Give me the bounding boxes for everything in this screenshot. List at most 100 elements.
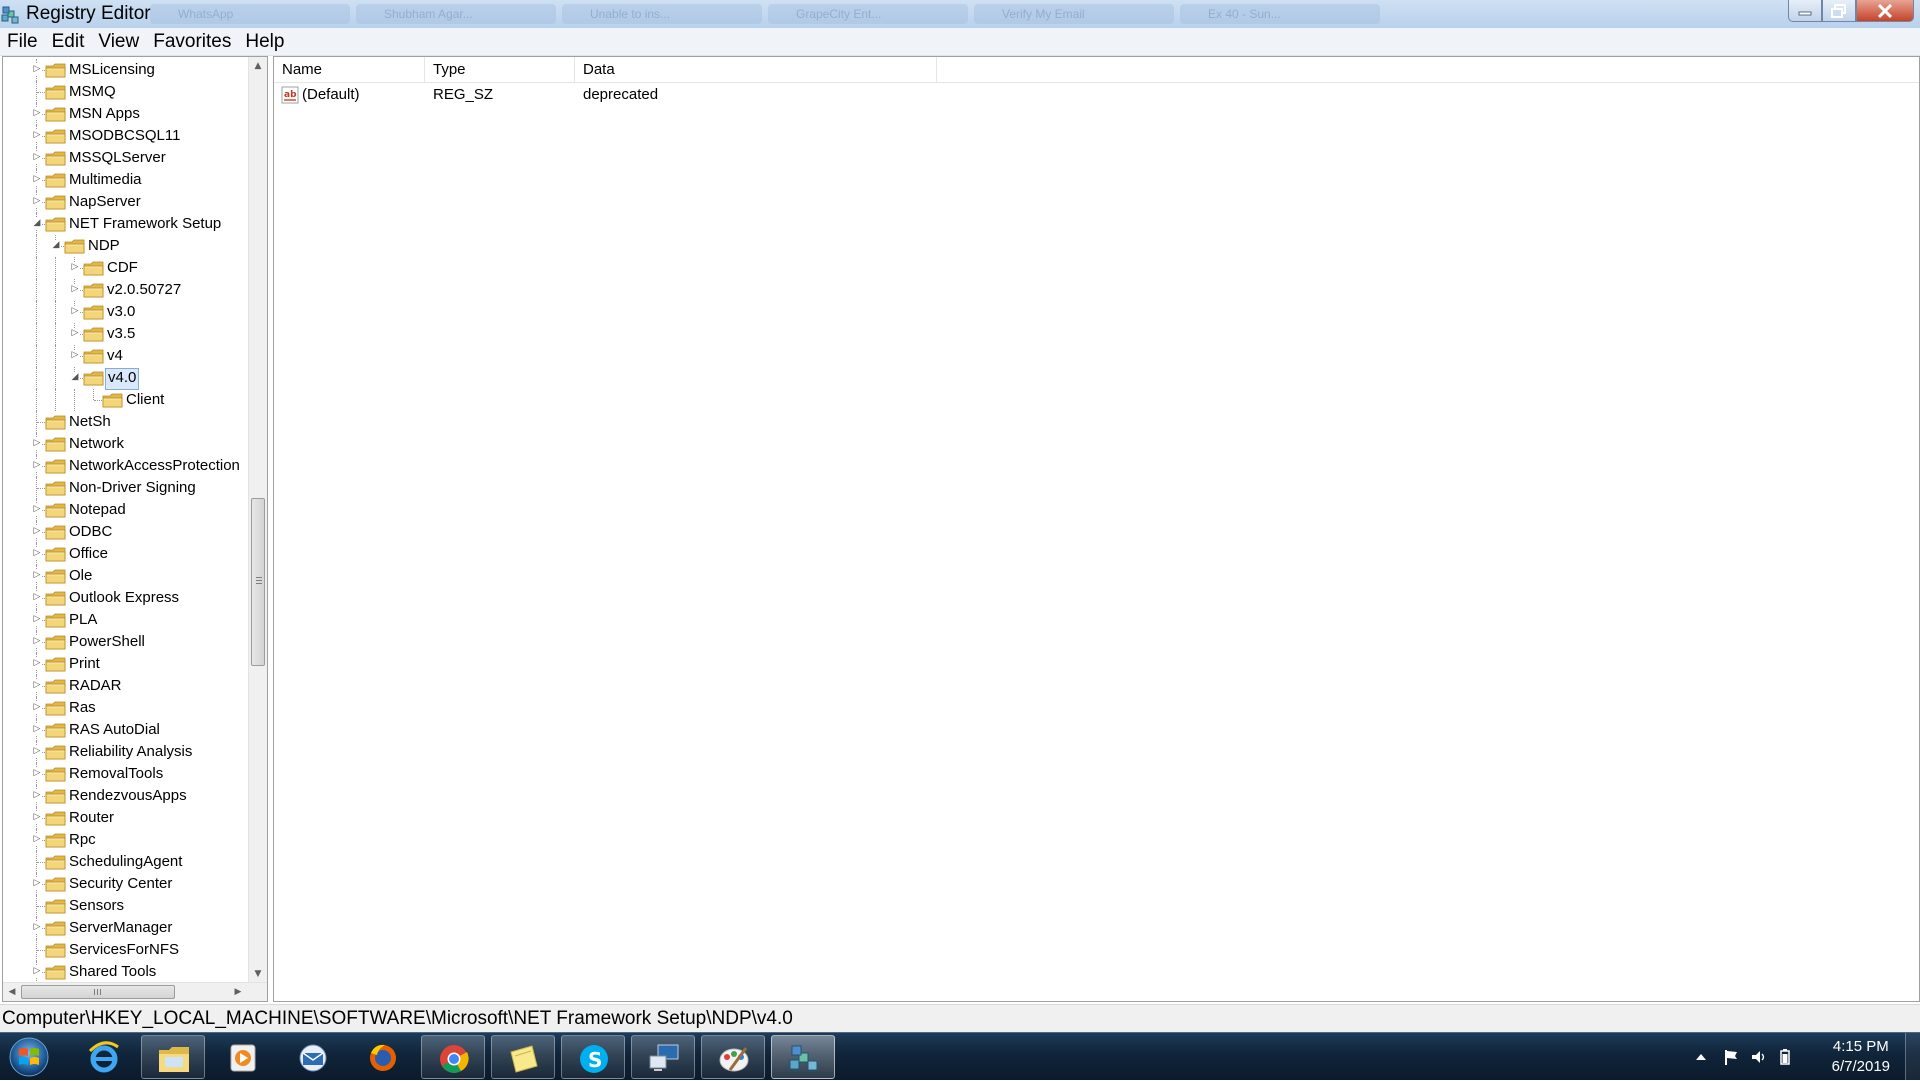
expand-arrow-icon[interactable]: ▷ bbox=[32, 834, 42, 845]
tree-item[interactable]: ▷ Reliability Analysis bbox=[3, 741, 249, 763]
tree-item-label[interactable]: RAS AutoDial bbox=[67, 720, 162, 740]
expand-arrow-icon[interactable]: ▷ bbox=[32, 680, 42, 691]
expand-arrow-icon[interactable]: ▷ bbox=[32, 526, 42, 537]
show-desktop-button[interactable] bbox=[1905, 1033, 1920, 1081]
tree-item[interactable]: ▷ Router bbox=[3, 807, 249, 829]
expand-arrow-icon[interactable]: ▷ bbox=[32, 922, 42, 933]
tree-item[interactable]: ServicesForNFS bbox=[3, 939, 249, 961]
tree-item[interactable]: ▷ PLA bbox=[3, 609, 249, 631]
expand-arrow-icon[interactable]: ▷ bbox=[32, 108, 42, 119]
expand-arrow-icon[interactable]: ▷ bbox=[32, 570, 42, 581]
taskbar-clock[interactable]: 4:15 PM 6/7/2019 bbox=[1832, 1037, 1890, 1077]
tree-item[interactable]: SchedulingAgent bbox=[3, 851, 249, 873]
action-center-flag-icon[interactable] bbox=[1722, 1048, 1740, 1066]
taskbar-button-firefox[interactable] bbox=[351, 1035, 415, 1079]
tree-item-label[interactable]: MSMQ bbox=[67, 82, 118, 102]
collapse-arrow-icon[interactable]: ◢ bbox=[32, 218, 42, 229]
taskbar-button-registry-editor[interactable] bbox=[771, 1035, 835, 1079]
tree-item-label[interactable]: Print bbox=[67, 654, 102, 674]
expand-arrow-icon[interactable]: ▷ bbox=[32, 768, 42, 779]
tree-item-label[interactable]: Ras bbox=[67, 698, 98, 718]
tree-item-label[interactable]: PowerShell bbox=[67, 632, 147, 652]
expand-arrow-icon[interactable]: ▷ bbox=[32, 636, 42, 647]
tree-item[interactable]: ▷ RendezvousApps bbox=[3, 785, 249, 807]
tree-item[interactable]: ▷ MSLicensing bbox=[3, 59, 249, 81]
tree-item[interactable]: ▷ Ole bbox=[3, 565, 249, 587]
expand-arrow-icon[interactable]: ▷ bbox=[32, 152, 42, 163]
menu-edit[interactable]: Edit bbox=[45, 31, 92, 53]
expand-arrow-icon[interactable]: ▷ bbox=[32, 504, 42, 515]
taskbar-button-internet-explorer[interactable] bbox=[72, 1035, 136, 1079]
title-bar[interactable]: Registry Editor WhatsApp Shubham Agar...… bbox=[0, 0, 1920, 28]
tree-item[interactable]: ▷ Outlook Express bbox=[3, 587, 249, 609]
volume-icon[interactable] bbox=[1750, 1048, 1768, 1066]
expand-arrow-icon[interactable]: ▷ bbox=[32, 724, 42, 735]
expand-arrow-icon[interactable]: ▷ bbox=[32, 966, 42, 977]
menu-help[interactable]: Help bbox=[238, 31, 291, 53]
menu-file[interactable]: File bbox=[0, 31, 45, 53]
menu-view[interactable]: View bbox=[91, 31, 146, 53]
tree-item[interactable]: ▷ MSODBCSQL11 bbox=[3, 125, 249, 147]
expand-arrow-icon[interactable]: ▷ bbox=[32, 438, 42, 449]
tree-item[interactable]: ▷ Multimedia bbox=[3, 169, 249, 191]
tree-item-label[interactable]: Shared Tools bbox=[67, 962, 158, 982]
scroll-right-arrow[interactable]: ▶ bbox=[229, 983, 247, 1001]
tree-item[interactable]: ▷ Network bbox=[3, 433, 249, 455]
expand-arrow-icon[interactable]: ▷ bbox=[70, 328, 80, 339]
tree-item[interactable]: ▷ Office bbox=[3, 543, 249, 565]
tree-item[interactable]: ▷ v3.5 bbox=[3, 323, 249, 345]
show-hidden-icons-icon[interactable] bbox=[1692, 1048, 1710, 1066]
tree-item-label[interactable]: Network bbox=[67, 434, 126, 454]
tree-item-label[interactable]: NDP bbox=[86, 236, 122, 256]
scroll-down-arrow[interactable]: ▼ bbox=[249, 965, 267, 983]
expand-arrow-icon[interactable]: ▷ bbox=[32, 460, 42, 471]
tree-item-label[interactable]: MSSQLServer bbox=[67, 148, 168, 168]
tree-item[interactable]: ▷ NapServer bbox=[3, 191, 249, 213]
minimize-button[interactable] bbox=[1788, 0, 1822, 22]
tree-item-label[interactable]: Router bbox=[67, 808, 116, 828]
tree-item[interactable]: ▷ PowerShell bbox=[3, 631, 249, 653]
tree-item-label[interactable]: v3.0 bbox=[105, 302, 137, 322]
taskbar-button-outlook[interactable] bbox=[281, 1035, 345, 1079]
tree-item[interactable]: ◢ NET Framework Setup bbox=[3, 213, 249, 235]
close-button[interactable] bbox=[1856, 0, 1914, 22]
tree-item[interactable]: NetSh bbox=[3, 411, 249, 433]
tree-item[interactable]: Sensors bbox=[3, 895, 249, 917]
tree-item-label[interactable]: ServicesForNFS bbox=[67, 940, 181, 960]
tree-item[interactable]: ▷ NetworkAccessProtection bbox=[3, 455, 249, 477]
tree-item-label[interactable]: NetSh bbox=[67, 412, 113, 432]
expand-arrow-icon[interactable]: ▷ bbox=[32, 790, 42, 801]
menu-favorites[interactable]: Favorites bbox=[146, 31, 238, 53]
tree-item-label[interactable]: ServerManager bbox=[67, 918, 174, 938]
registry-key-tree[interactable]: ▷ MSLicensing MSMQ ▷ MSN Apps ▷ MSODBCSQL11 ▷ MS… bbox=[2, 56, 268, 1002]
expand-arrow-icon[interactable]: ▷ bbox=[32, 702, 42, 713]
expand-arrow-icon[interactable]: ▷ bbox=[32, 658, 42, 669]
expand-arrow-icon[interactable]: ▷ bbox=[32, 812, 42, 823]
tree-item-label[interactable]: Rpc bbox=[67, 830, 98, 850]
tree-item-label[interactable]: MSODBCSQL11 bbox=[67, 126, 182, 146]
tree-item-label[interactable]: RADAR bbox=[67, 676, 124, 696]
expand-arrow-icon[interactable]: ▷ bbox=[32, 592, 42, 603]
tree-item-label[interactable]: RendezvousApps bbox=[67, 786, 189, 806]
tree-item-label[interactable]: CDF bbox=[105, 258, 140, 278]
taskbar-button-media-player[interactable] bbox=[211, 1035, 275, 1079]
maximize-button[interactable] bbox=[1822, 0, 1856, 22]
tree-item-label[interactable]: Reliability Analysis bbox=[67, 742, 194, 762]
taskbar-button-skype[interactable]: S bbox=[561, 1035, 625, 1079]
tree-item-label[interactable]: MSLicensing bbox=[67, 60, 157, 80]
expand-arrow-icon[interactable]: ▷ bbox=[70, 350, 80, 361]
scroll-up-arrow[interactable]: ▲ bbox=[249, 57, 267, 75]
expand-arrow-icon[interactable]: ▷ bbox=[32, 130, 42, 141]
tree-item[interactable]: ▷ v4 bbox=[3, 345, 249, 367]
tree-item[interactable]: ▷ ServerManager bbox=[3, 917, 249, 939]
scroll-thumb[interactable] bbox=[251, 498, 265, 666]
expand-arrow-icon[interactable]: ▷ bbox=[70, 284, 80, 295]
tree-item[interactable]: ▷ ODBC bbox=[3, 521, 249, 543]
column-header-data[interactable]: Data bbox=[575, 57, 937, 82]
value-row[interactable]: ab (Default) REG_SZ deprecated bbox=[274, 84, 1919, 106]
collapse-arrow-icon[interactable]: ◢ bbox=[70, 372, 80, 383]
tree-item[interactable]: ▷ v2.0.50727 bbox=[3, 279, 249, 301]
expand-arrow-icon[interactable]: ▷ bbox=[32, 174, 42, 185]
collapse-arrow-icon[interactable]: ◢ bbox=[51, 240, 61, 251]
tree-item-label[interactable]: NetworkAccessProtection bbox=[67, 456, 242, 476]
